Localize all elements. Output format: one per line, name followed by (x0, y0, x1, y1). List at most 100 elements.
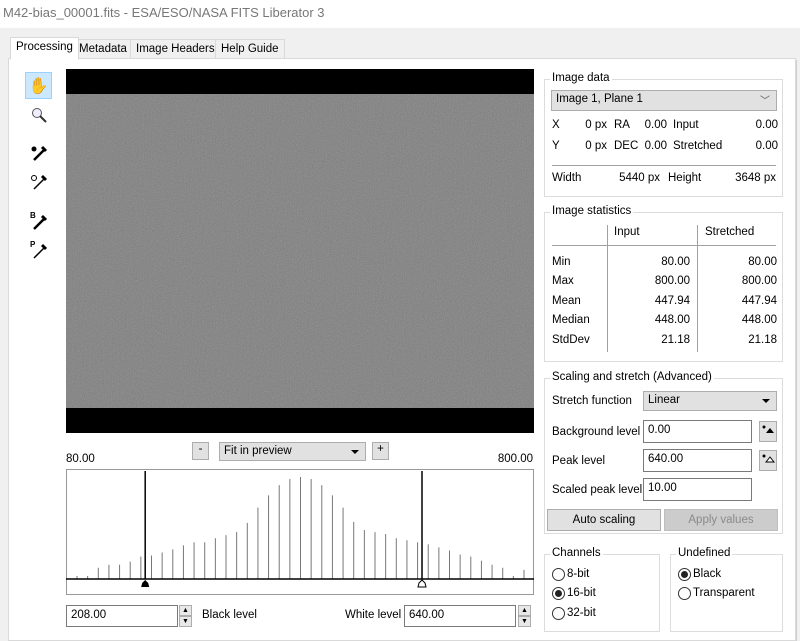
zoom-in-button[interactable]: + (372, 442, 389, 460)
scaled-peak-level-label: Scaled peak level (552, 484, 643, 496)
white-level-label: White level (345, 609, 402, 621)
peak-level-input[interactable]: 640.00 (643, 449, 752, 472)
black-level-spinner[interactable]: ▲ ▼ (179, 605, 192, 627)
histogram-max-label: 800.00 (497, 453, 533, 465)
stats-label-cell: Mean (552, 295, 581, 307)
width-label: Width (552, 172, 582, 184)
tab-processing[interactable]: Processing (10, 37, 79, 60)
stats-label-cell: Max (552, 275, 574, 287)
stretch-function-value: Linear (648, 394, 680, 406)
radio-transparent-label: Transparent (693, 587, 755, 599)
stats-col-stretched: Stretched (705, 226, 755, 238)
apply-values-button[interactable]: Apply values (664, 509, 778, 531)
radio-transparent[interactable] (678, 587, 691, 600)
divider (552, 165, 776, 166)
image-data-title: Image data (550, 72, 612, 84)
dec-value: 0.00 (644, 140, 667, 152)
background-marker-icon (762, 425, 774, 433)
width-value: 5440 px (619, 172, 660, 184)
scaling-title: Scaling and stretch (Advanced) (550, 371, 714, 383)
spin-down-icon[interactable]: ▼ (179, 616, 192, 627)
black-picker-button[interactable]: B (25, 208, 52, 235)
peak-picker-button[interactable] (25, 168, 52, 195)
radio-32-bit-label: 32-bit (567, 607, 596, 619)
background-picker-button[interactable] (25, 139, 52, 166)
ra-value: 0.00 (644, 119, 667, 131)
stretched-label: Stretched (673, 140, 723, 152)
white-level-spinner[interactable]: ▲ ▼ (518, 605, 531, 627)
histogram-min-label: 80.00 (66, 453, 95, 465)
stats-stretched-cell: 80.00 (748, 256, 777, 268)
stats-label-cell: Median (552, 314, 590, 326)
stats-stretched-cell: 447.94 (741, 295, 777, 307)
peak-level-label: Peak level (552, 455, 606, 467)
black-level-label: Black level (202, 609, 257, 621)
stats-stretched-cell: 21.18 (748, 334, 777, 346)
stretch-function-label: Stretch function (552, 395, 632, 407)
white-picker-button[interactable]: P (25, 237, 52, 264)
tab-metadata[interactable]: Metadata (73, 39, 133, 59)
stretch-function-select[interactable]: Linear (643, 391, 777, 411)
hand-icon: ✋ (28, 77, 49, 95)
peak-picker-small-button[interactable] (759, 450, 777, 471)
black-level-input[interactable]: 208.00 (66, 605, 178, 627)
chevron-down-icon (351, 450, 359, 454)
spin-down-icon[interactable]: ▼ (518, 616, 531, 627)
undefined-title: Undefined (676, 547, 733, 559)
radio-black[interactable] (678, 568, 691, 581)
stats-input-cell: 448.00 (654, 314, 690, 326)
ra-label: RA (614, 119, 630, 131)
dec-label: DEC (614, 140, 639, 152)
y-label: Y (552, 140, 560, 152)
input-label: Input (673, 119, 699, 131)
chevron-down-icon: ﹀ (760, 96, 770, 107)
height-label: Height (668, 172, 702, 184)
zoom-tool-button[interactable] (25, 101, 52, 128)
scaled-peak-level-input[interactable]: 10.00 (643, 478, 752, 501)
radio-32-bit[interactable] (552, 607, 565, 620)
image-preview[interactable] (66, 69, 534, 433)
radio-8-bit[interactable] (552, 568, 565, 581)
stretched-value: 0.00 (755, 140, 778, 152)
black-picker-letter: B (30, 211, 36, 220)
stats-input-cell: 800.00 (654, 275, 690, 287)
image-noise (66, 94, 534, 408)
background-level-input[interactable]: 0.00 (643, 420, 752, 443)
spin-up-icon[interactable]: ▲ (179, 605, 192, 616)
header-divider (552, 245, 776, 246)
stats-label-cell: Min (552, 256, 571, 268)
radio-16-bit-label: 16-bit (567, 587, 596, 599)
white-level-input[interactable]: 640.00 (404, 605, 516, 627)
peak-marker-icon (762, 454, 776, 463)
window-title: M42-bias_00001.fits - ESA/ESO/NASA FITS … (0, 0, 800, 28)
background-picker-icon (31, 145, 47, 161)
plane-value: Image 1, Plane 1 (556, 93, 643, 105)
spin-up-icon[interactable]: ▲ (518, 605, 531, 616)
peak-picker-icon (30, 174, 47, 190)
radio-black-label: Black (693, 568, 722, 580)
histogram[interactable] (66, 469, 534, 595)
scrollbar-edge (796, 60, 797, 641)
hand-tool-button[interactable]: ✋ (25, 72, 52, 99)
stats-input-cell: 80.00 (661, 256, 690, 268)
peak-picker-letter: P (30, 240, 36, 249)
zoom-mode-value: Fit in preview (224, 445, 292, 457)
stats-stretched-cell: 800.00 (741, 275, 777, 287)
background-picker-small-button[interactable] (759, 421, 777, 442)
stats-col-input: Input (614, 226, 640, 238)
x-value: 0 px (585, 119, 607, 131)
radio-16-bit[interactable] (552, 587, 565, 600)
stats-input-cell: 21.18 (661, 334, 690, 346)
tab-image-headers[interactable]: Image Headers (130, 39, 221, 59)
tab-help-guide[interactable]: Help Guide (215, 39, 285, 59)
channels-title: Channels (550, 547, 603, 559)
background-level-label: Background level (552, 426, 641, 438)
input-value: 0.00 (755, 119, 778, 131)
y-value: 0 px (585, 140, 607, 152)
zoom-mode-select[interactable]: Fit in preview (219, 442, 366, 461)
zoom-out-button[interactable]: - (192, 442, 209, 460)
stats-stretched-cell: 448.00 (741, 314, 777, 326)
plane-select[interactable]: Image 1, Plane 1 ﹀ (551, 90, 777, 111)
chevron-down-icon (762, 399, 770, 403)
auto-scaling-button[interactable]: Auto scaling (547, 509, 661, 531)
